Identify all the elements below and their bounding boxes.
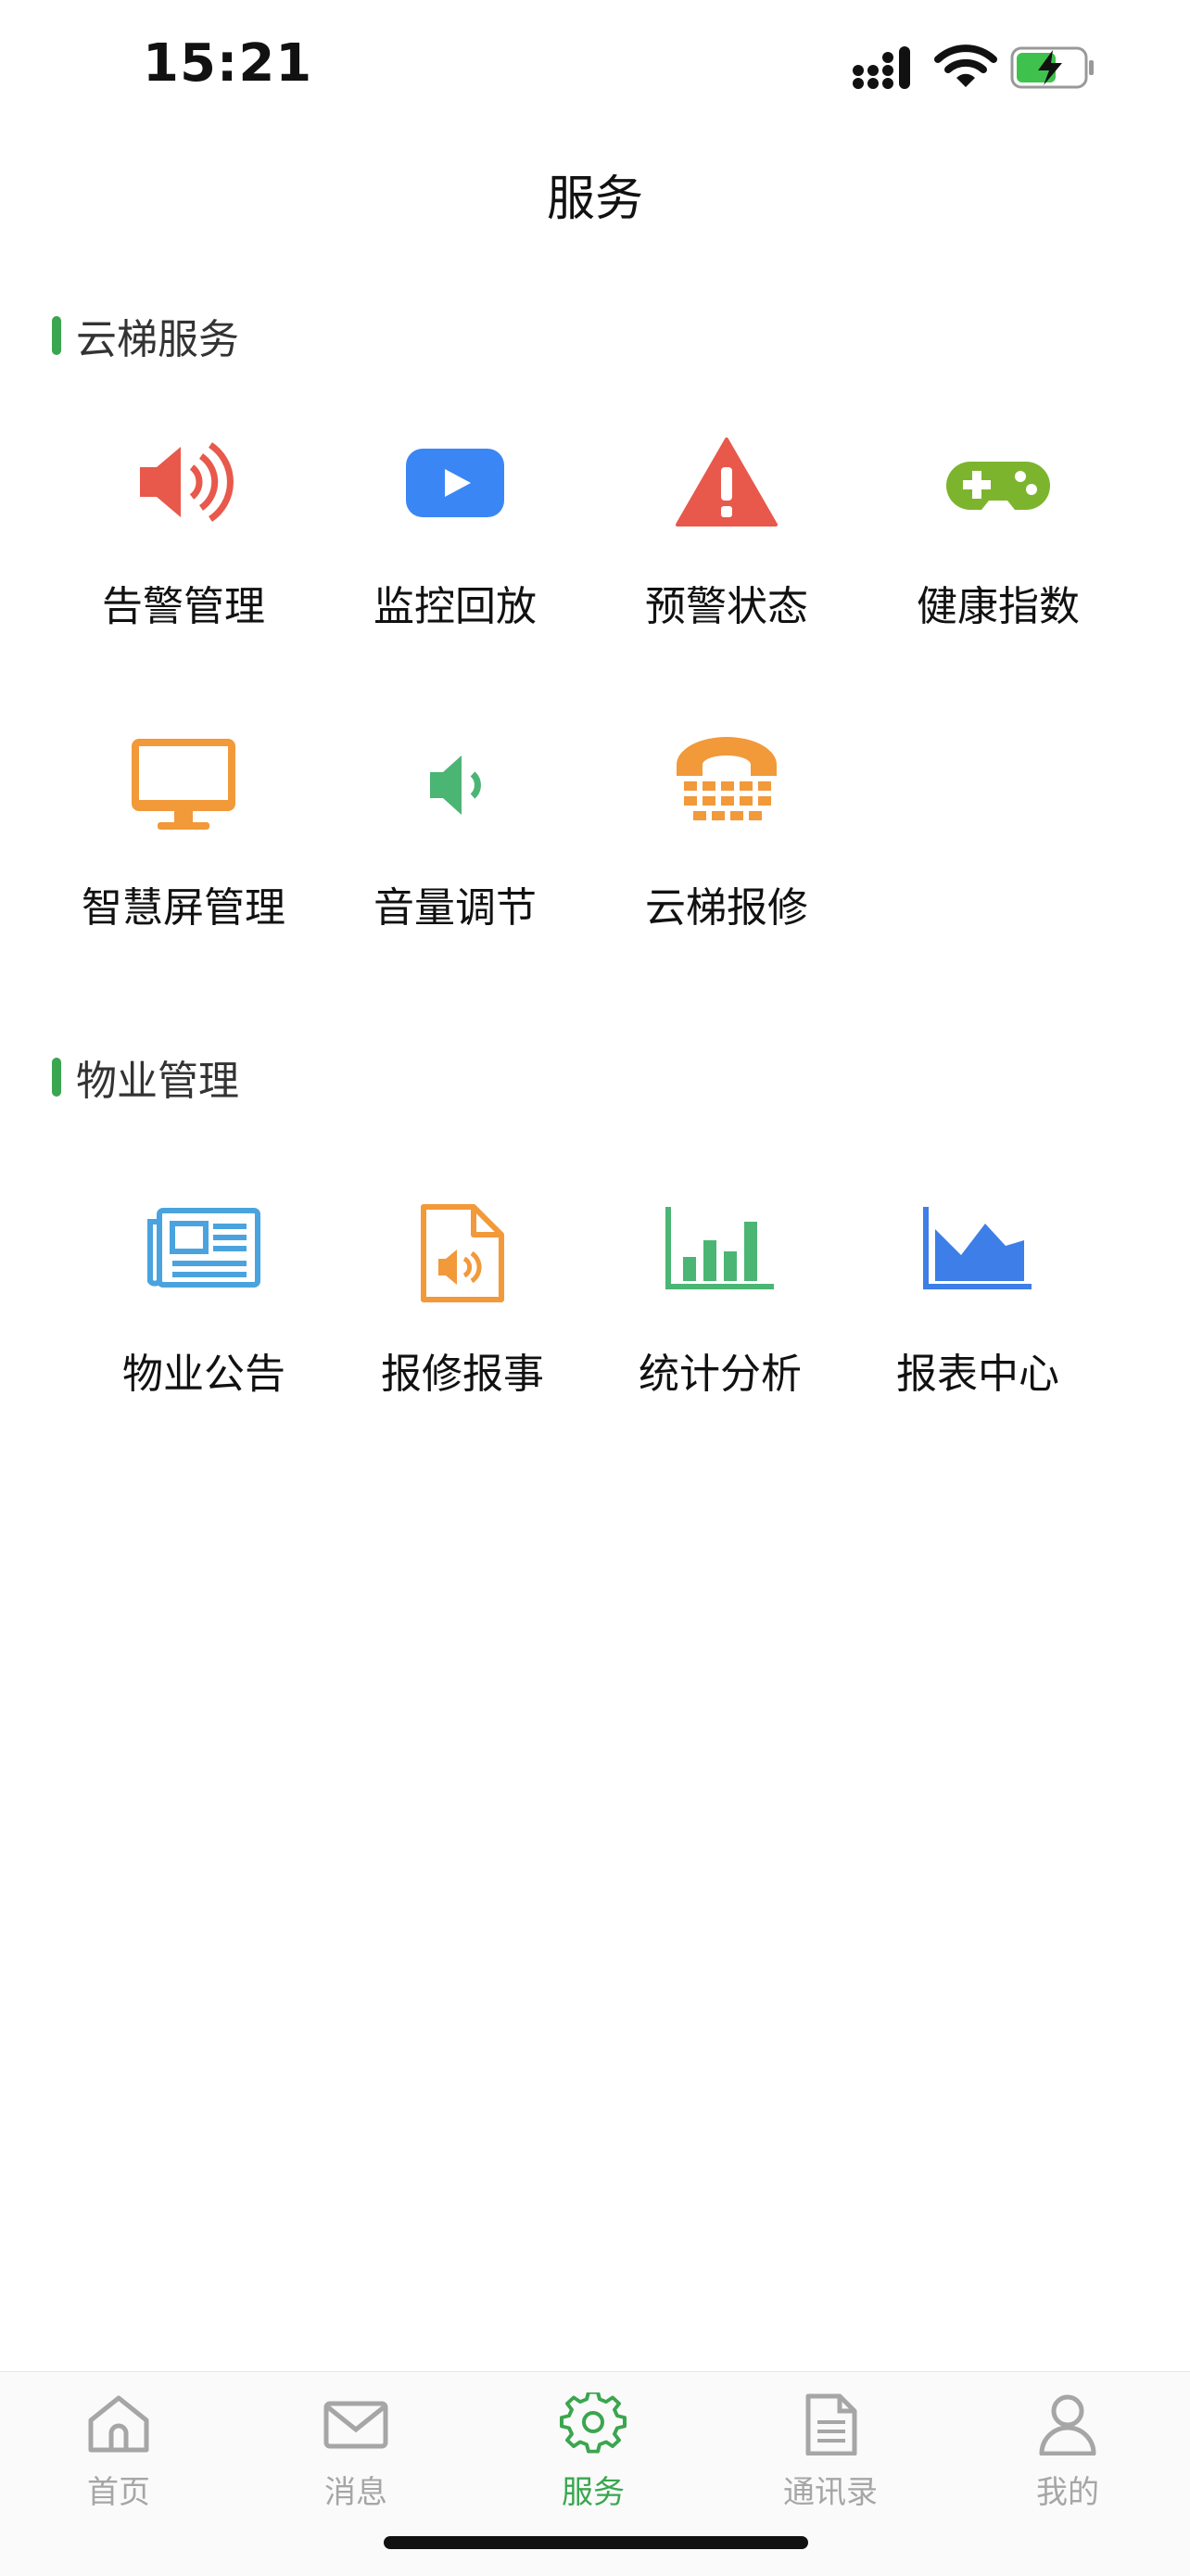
grid-item-monitor-playback[interactable]: 监控回放 xyxy=(321,436,589,677)
grid-item-label: 报表中心 xyxy=(896,1351,1059,1398)
tab-messages[interactable]: 消息 xyxy=(263,2392,449,2511)
home-indicator xyxy=(384,2536,808,2549)
grid-item-statistical-analysis[interactable]: 统计分析 xyxy=(586,1203,855,1444)
volume-icon xyxy=(430,755,481,815)
page-title: 服务 xyxy=(546,171,643,227)
warning-triangle-icon xyxy=(676,438,778,527)
tab-services[interactable]: 服务 xyxy=(500,2392,686,2511)
grid-item-property-notice[interactable]: 物业公告 xyxy=(70,1203,338,1444)
newspaper-icon xyxy=(147,1208,260,1288)
audio-file-icon xyxy=(421,1204,504,1302)
home-icon xyxy=(88,2395,149,2453)
cellular-signal-icon xyxy=(853,46,910,89)
grid-item-label: 云梯报修 xyxy=(645,884,808,932)
grid-item-health-index[interactable]: 健康指数 xyxy=(864,436,1133,677)
tab-label: 我的 xyxy=(1036,2474,1099,2511)
tab-home[interactable]: 首页 xyxy=(26,2392,211,2511)
grid-item-repair-report[interactable]: 报修报事 xyxy=(328,1203,597,1444)
grid-item-volume-adjustment[interactable]: 音量调节 xyxy=(321,737,589,978)
status-time: 15:21 xyxy=(143,33,313,94)
tab-label: 消息 xyxy=(324,2474,387,2511)
section-header-elevator-service: 云梯服务 xyxy=(52,308,239,363)
status-bar: 15:21 xyxy=(0,0,1190,139)
grid-item-label: 监控回放 xyxy=(373,583,537,630)
area-chart-icon xyxy=(923,1207,1032,1289)
tab-label: 通讯录 xyxy=(783,2474,878,2511)
tab-label: 服务 xyxy=(562,2474,625,2511)
grid-item-elevator-repair[interactable]: 云梯报修 xyxy=(592,737,861,978)
tab-label: 首页 xyxy=(87,2474,150,2511)
section-header-property-management: 物业管理 xyxy=(52,1049,239,1105)
section-accent-bar xyxy=(52,1058,61,1097)
grid-item-label: 智慧屏管理 xyxy=(82,884,285,932)
section-title: 物业管理 xyxy=(76,1058,239,1105)
grid-item-label: 预警状态 xyxy=(645,583,808,630)
telephone-icon xyxy=(677,737,777,820)
grid-item-label: 音量调节 xyxy=(373,884,537,932)
grid-item-label: 统计分析 xyxy=(639,1351,802,1398)
wifi-icon xyxy=(934,44,997,87)
monitor-icon xyxy=(132,739,235,830)
user-icon xyxy=(1039,2394,1096,2455)
video-play-icon xyxy=(406,449,504,517)
alarm-speaker-icon xyxy=(140,442,234,522)
section-accent-bar xyxy=(52,316,61,355)
tab-contacts[interactable]: 通讯录 xyxy=(738,2392,923,2511)
grid-item-label: 物业公告 xyxy=(122,1351,285,1398)
section-title: 云梯服务 xyxy=(76,316,239,363)
gear-icon xyxy=(560,2392,627,2454)
document-icon xyxy=(805,2393,857,2455)
grid-item-label: 告警管理 xyxy=(102,583,265,630)
tab-me[interactable]: 我的 xyxy=(975,2392,1160,2511)
grid-item-alarm-management[interactable]: 告警管理 xyxy=(49,436,318,677)
battery-charging-icon xyxy=(1010,46,1094,89)
mail-icon xyxy=(323,2401,388,2449)
grid-item-warning-status[interactable]: 预警状态 xyxy=(592,436,861,677)
grid-item-smart-screen-management[interactable]: 智慧屏管理 xyxy=(49,737,318,978)
gamepad-icon xyxy=(946,462,1050,510)
grid-item-label: 报修报事 xyxy=(381,1351,544,1398)
grid-item-label: 健康指数 xyxy=(917,583,1080,630)
bar-chart-icon xyxy=(665,1207,774,1289)
grid-item-report-center[interactable]: 报表中心 xyxy=(843,1203,1112,1444)
